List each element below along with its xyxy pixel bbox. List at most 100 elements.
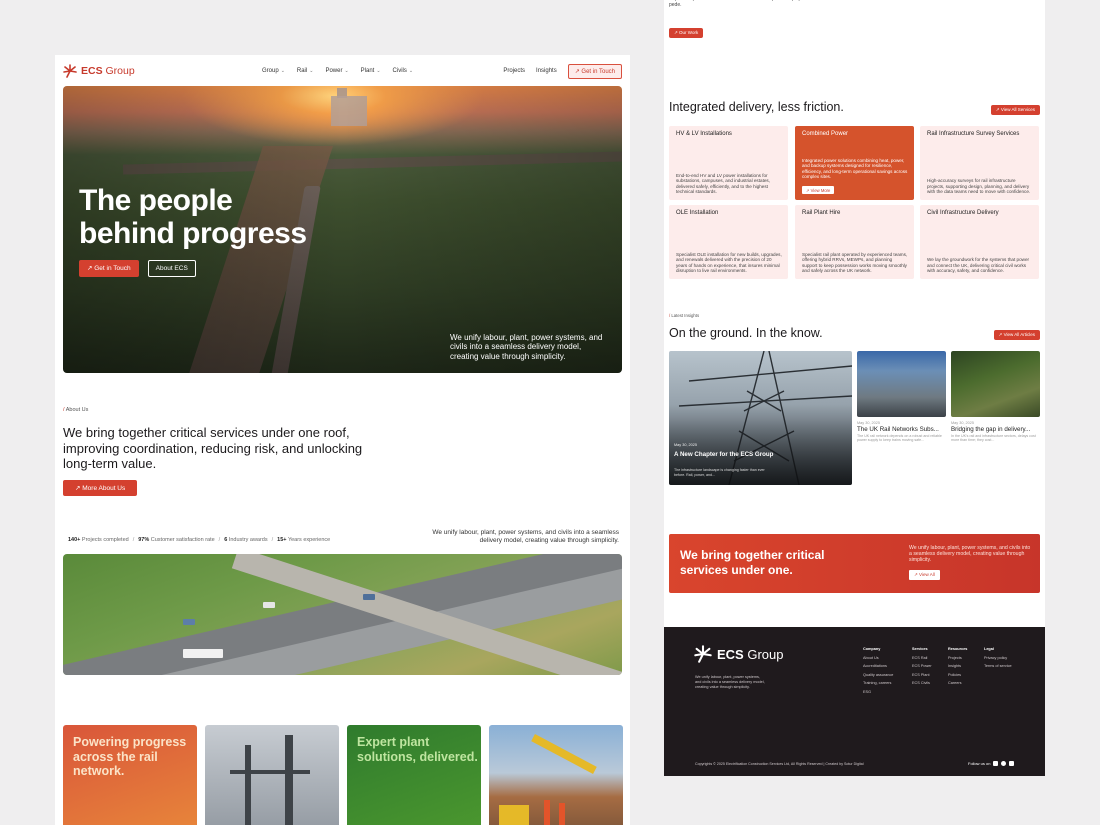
article-title: The UK Rail Networks Subs... [857, 426, 939, 433]
car-shape [263, 602, 275, 608]
chevron-down-icon: ⌄ [309, 68, 314, 74]
more-about-us-button[interactable]: ↗ More About Us [63, 480, 138, 496]
footer-link[interactable]: About Us [863, 654, 893, 663]
view-all-articles-button[interactable]: ↗ View All Articles [993, 330, 1040, 340]
article-card-featured[interactable]: May 30, 2025 A New Chapter for the ECS G… [669, 351, 852, 485]
facebook-icon[interactable] [1001, 761, 1007, 766]
insights-heading: On the ground. In the know. [669, 326, 823, 340]
service-card-ole[interactable]: OLE Installation Specialist OLE installa… [669, 205, 788, 279]
tile-plant-text: Expert plant solutions, delivered. [357, 735, 478, 764]
youtube-icon[interactable] [1009, 761, 1015, 766]
footer-link[interactable]: ECS Plant [912, 671, 932, 680]
chevron-down-icon: ⌄ [376, 68, 381, 74]
hero-get-in-touch-button[interactable]: ↗ Get in Touch [79, 260, 139, 277]
about-ecs-button[interactable]: About ECS [147, 260, 196, 277]
about-eyebrow: About Us [63, 407, 89, 413]
motorway-image [63, 554, 622, 675]
hero-banner: The people behind progress ↗ Get in Touch… [63, 86, 622, 373]
stat-projects: 140+ Projects completed [68, 537, 129, 543]
footer-logo-text: ECS Group [717, 646, 784, 662]
view-all-button[interactable]: ↗ View All [909, 570, 940, 580]
social-links: Follow us on [968, 761, 1015, 766]
article-excerpt: In the UK's rail and infrastructure sect… [951, 434, 1036, 443]
insights-eyebrow: Latest Insights [669, 313, 699, 318]
nav-link-insights[interactable]: Insights [536, 68, 557, 74]
footer: ECS Group We unify labour, plant, power … [664, 627, 1045, 776]
footer-link[interactable]: Insights [948, 662, 967, 671]
footer-link[interactable]: Privacy policy [984, 654, 1012, 663]
article-date: May 30, 2025 [674, 443, 698, 447]
footer-link[interactable]: ECS Power [912, 662, 932, 671]
about-heading: We bring together critical services unde… [63, 425, 363, 471]
view-all-services-button[interactable]: ↗ View All Services [990, 105, 1040, 115]
hero-title: The people behind progress [79, 184, 307, 250]
car-shape [183, 619, 195, 625]
car-shape [363, 594, 375, 600]
menu-item-plant[interactable]: Plant ⌄ [361, 68, 381, 74]
intro-text: Donec odio. Quisque volutpat mattis eros… [669, 0, 821, 8]
aerial-rail-image [951, 351, 1040, 417]
cta-description: We unify labour, plant, power systems, a… [909, 545, 1031, 564]
services-heading: Integrated delivery, less friction. [669, 100, 844, 114]
pylon-shape [230, 770, 310, 774]
footer-link[interactable]: ECS Rail [912, 654, 932, 663]
footer-link[interactable]: ESG [863, 688, 893, 697]
tile-pylon-image[interactable] [205, 725, 339, 825]
menu-item-power[interactable]: Power ⌄ [325, 68, 348, 74]
ecs-logo-icon [63, 64, 77, 78]
view-more-button[interactable]: ↗ View More [802, 186, 835, 194]
worker-shape [544, 800, 550, 825]
footer-link[interactable]: ECS Civils [912, 679, 932, 688]
footer-description: We unify labour, plant, power systems, a… [695, 675, 765, 689]
hero-description: We unify labour, plant, power systems, a… [450, 332, 603, 361]
hero-buttons: ↗ Get in Touch About ECS [79, 260, 196, 277]
footer-column-services: Services ECS Rail ECS Power ECS Plant EC… [912, 645, 932, 688]
main-menu: Group ⌄ Rail ⌄ Power ⌄ Plant ⌄ Civils ⌄ [262, 68, 413, 74]
footer-link[interactable]: Projects [948, 654, 967, 663]
chevron-down-icon: ⌄ [344, 68, 349, 74]
footer-link[interactable]: Policies [948, 671, 967, 680]
article-excerpt: The UK rail network depends on a robust … [857, 434, 942, 443]
cta-heading: We bring together critical services unde… [680, 548, 825, 577]
stat-awards: 6 Industry awards [224, 537, 268, 543]
top-nav: ECS Group Group ⌄ Rail ⌄ Power ⌄ Plant ⌄ Civ… [63, 61, 622, 81]
service-card-hv-lv[interactable]: HV & LV Installations End-to-end HV and … [669, 126, 788, 200]
footer-logo[interactable]: ECS Group [694, 645, 783, 663]
homepage-right: Donec odio. Quisque volutpat mattis eros… [664, 0, 1045, 776]
tile-plant[interactable]: Expert plant solutions, delivered. [347, 725, 481, 825]
footer-column-company: Company About Us Accreditations Quality … [863, 645, 893, 696]
menu-item-group[interactable]: Group ⌄ [262, 68, 285, 74]
stats-row: 140+ Projects completed/ 97% Customer sa… [68, 537, 331, 543]
footer-link[interactable]: Quality assurance [863, 671, 893, 680]
chevron-down-icon: ⌄ [408, 68, 414, 74]
stats-description: We unify labour, plant, power systems, a… [432, 529, 619, 544]
logo[interactable]: ECS Group [63, 64, 135, 78]
get-in-touch-button[interactable]: ↗ Get in Touch [567, 63, 622, 79]
article-date: May 30, 2025 [857, 421, 881, 425]
menu-item-civils[interactable]: Civils ⌄ [393, 68, 414, 74]
footer-link[interactable]: Careers [948, 679, 967, 688]
nav-link-projects[interactable]: Projects [503, 68, 525, 74]
article-excerpt: The infrastructure landscape is changing… [674, 468, 765, 477]
pylon-shape [245, 745, 251, 825]
service-card-combined-power[interactable]: Combined Power Integrated power solution… [795, 126, 914, 200]
linkedin-icon[interactable] [993, 761, 999, 766]
article-card[interactable]: May 30, 2025 The UK Rail Networks Subs..… [857, 351, 946, 443]
excavator-arm-shape [531, 734, 597, 774]
service-card-civil-infrastructure[interactable]: Civil Infrastructure Delivery We lay the… [920, 205, 1039, 279]
truck-shape [183, 649, 223, 658]
footer-link[interactable]: Training, careers [863, 679, 893, 688]
tile-construction-image[interactable] [489, 725, 623, 825]
article-card[interactable]: May 30, 2025 Bridging the gap in deliver… [951, 351, 1040, 443]
menu-item-rail[interactable]: Rail ⌄ [297, 68, 314, 74]
our-work-button[interactable]: ↗ Our Work [669, 28, 704, 38]
nav-right: Projects Insights ↗ Get in Touch [503, 63, 622, 79]
service-card-rail-survey[interactable]: Rail Infrastructure Survey Services High… [920, 126, 1039, 200]
article-title: A New Chapter for the ECS Group [674, 451, 774, 458]
tile-rail[interactable]: Powering progress across the rail networ… [63, 725, 197, 825]
footer-link[interactable]: Terms of service [984, 662, 1012, 671]
footer-link[interactable]: Accreditations [863, 662, 893, 671]
ecs-logo-icon [694, 645, 712, 663]
service-card-rail-plant-hire[interactable]: Rail Plant Hire Specialist rail plant op… [795, 205, 914, 279]
homepage-left: ECS Group Group ⌄ Rail ⌄ Power ⌄ Plant ⌄ Civ… [55, 55, 630, 825]
